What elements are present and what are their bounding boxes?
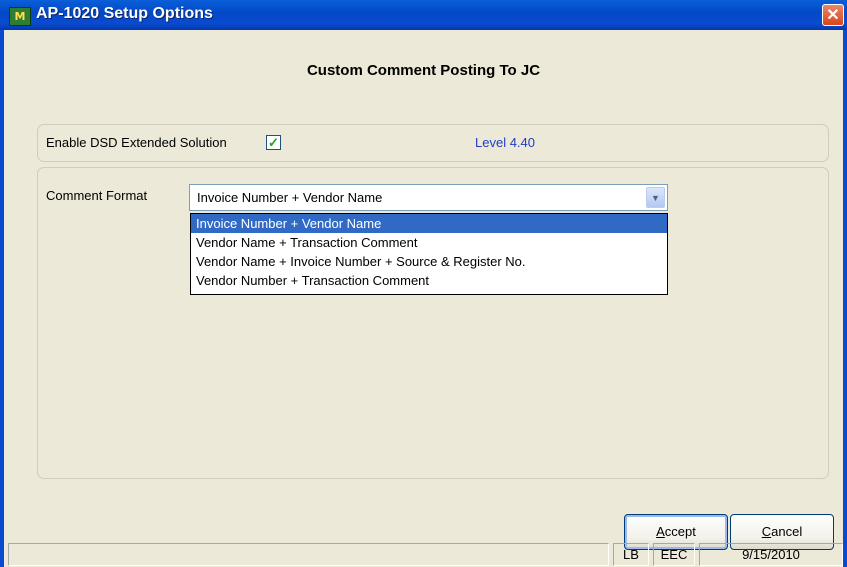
chevron-down-icon: ▼ (651, 193, 660, 203)
dropdown-option[interactable]: Invoice Number + Vendor Name (191, 214, 667, 233)
comment-format-select[interactable]: Invoice Number + Vendor Name ▼ (189, 184, 668, 211)
enable-dsd-label: Enable DSD Extended Solution (46, 135, 227, 150)
level-label: Level 4.40 (475, 135, 535, 150)
comment-format-label: Comment Format (46, 188, 148, 203)
cancel-mnemonic: C (761, 524, 772, 539)
accept-label-rest: ccept (664, 524, 696, 539)
enable-dsd-checkbox[interactable]: ✓ (266, 135, 281, 150)
cancel-label-rest: ancel (771, 524, 803, 539)
status-company: EEC (653, 543, 695, 566)
status-date: 9/15/2010 (699, 543, 843, 566)
close-icon: ✕ (826, 7, 840, 24)
dropdown-option[interactable]: Vendor Number + Transaction Comment (191, 271, 667, 290)
status-user: LB (613, 543, 649, 566)
close-button[interactable]: ✕ (822, 4, 844, 26)
checkmark-icon: ✓ (268, 135, 279, 150)
title-bar[interactable]: M AP-1020 Setup Options ✕ (0, 0, 847, 30)
page-heading: Custom Comment Posting To JC (306, 62, 541, 79)
window-border-right (843, 30, 847, 567)
comment-format-value: Invoice Number + Vendor Name (197, 190, 383, 205)
app-icon: M (9, 7, 31, 26)
window-title: AP-1020 Setup Options (36, 5, 213, 22)
comment-format-dropdown-list: Invoice Number + Vendor Name Vendor Name… (190, 213, 668, 295)
window-border-left (0, 30, 4, 567)
dropdown-option[interactable]: Vendor Name + Transaction Comment (191, 233, 667, 252)
status-message (8, 543, 609, 566)
accept-mnemonic: A (656, 524, 665, 539)
dropdown-option[interactable]: Vendor Name + Invoice Number + Source & … (191, 252, 667, 271)
status-bar: LB EEC 9/15/2010 (8, 543, 843, 567)
dropdown-arrow-button[interactable]: ▼ (646, 187, 665, 208)
